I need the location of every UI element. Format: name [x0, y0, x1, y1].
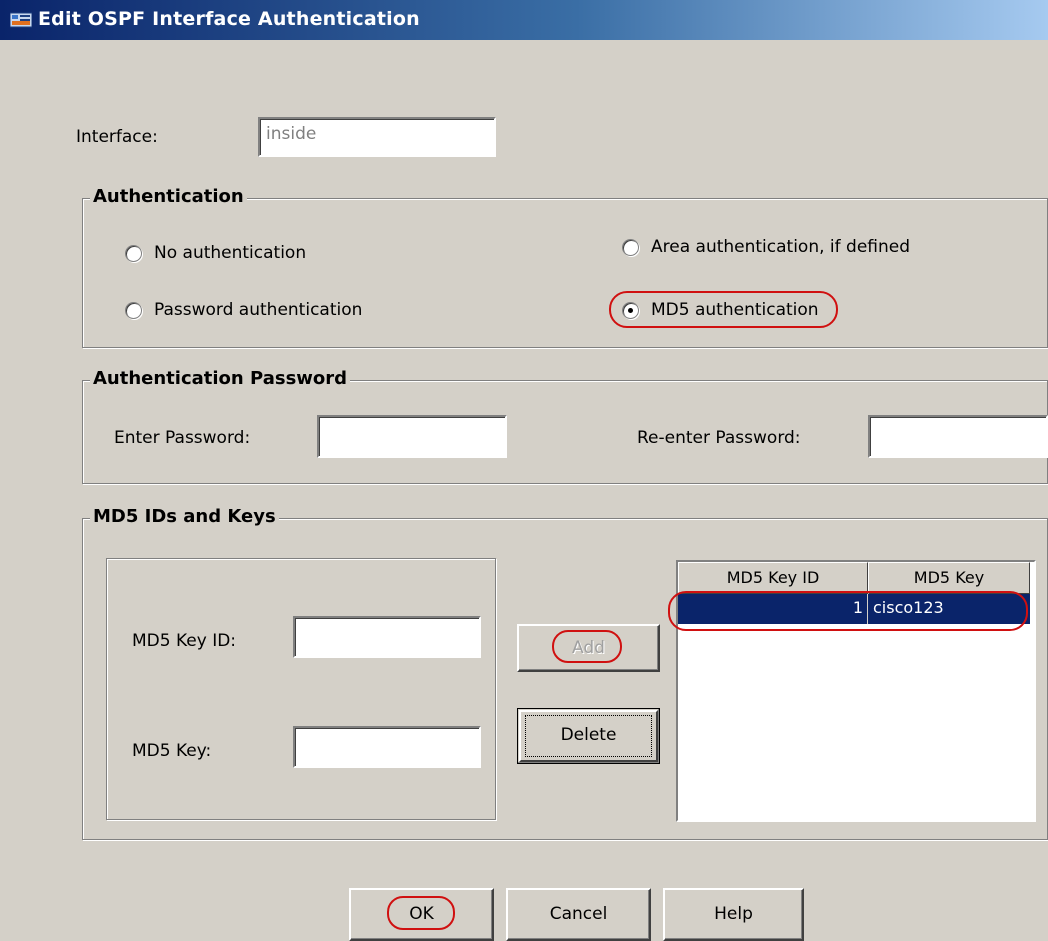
enter-password-label: Enter Password: [114, 428, 251, 448]
column-header-key-id[interactable]: MD5 Key ID [678, 562, 868, 594]
delete-button-label: Delete [560, 725, 617, 745]
enter-password-field[interactable] [317, 415, 507, 458]
ok-button-label: OK [409, 904, 434, 924]
md5-entry-panel [106, 558, 496, 820]
add-button-label: Add [572, 638, 605, 658]
interface-field: inside [258, 117, 496, 157]
authentication-group [82, 198, 1048, 348]
area-auth-radio[interactable] [622, 239, 639, 256]
no-auth-label[interactable]: No authentication [154, 243, 306, 263]
cancel-button-label: Cancel [549, 904, 608, 924]
md5-key-label: MD5 Key: [132, 741, 212, 761]
md5-keys-table[interactable]: MD5 Key ID MD5 Key 1 cisco123 [676, 560, 1036, 822]
md5-auth-label[interactable]: MD5 authentication [651, 300, 819, 320]
table-row[interactable]: 1 cisco123 [678, 594, 1030, 624]
row-key: cisco123 [873, 598, 944, 617]
area-auth-label[interactable]: Area authentication, if defined [651, 237, 910, 257]
add-button[interactable]: Add [517, 624, 660, 672]
reenter-password-label: Re-enter Password: [637, 428, 801, 448]
delete-button[interactable]: Delete [517, 708, 660, 764]
help-button-label: Help [714, 904, 753, 924]
password-auth-radio[interactable] [125, 302, 142, 319]
interface-label: Interface: [76, 127, 158, 147]
radio-selected-dot [628, 308, 633, 313]
column-header-key[interactable]: MD5 Key [868, 562, 1030, 594]
password-auth-label[interactable]: Password authentication [154, 300, 362, 320]
window-title: Edit OSPF Interface Authentication [38, 8, 420, 30]
reenter-password-field[interactable] [868, 415, 1048, 458]
auth-password-legend: Authentication Password [90, 368, 351, 389]
ok-button[interactable]: OK [349, 888, 494, 941]
cancel-button[interactable]: Cancel [506, 888, 651, 941]
md5-key-id-field[interactable] [293, 616, 481, 658]
md5-legend: MD5 IDs and Keys [90, 506, 279, 527]
app-icon [10, 12, 32, 28]
authentication-legend: Authentication [90, 186, 247, 207]
no-auth-radio[interactable] [125, 245, 142, 262]
row-key-id: 1 [678, 594, 868, 624]
md5-key-field[interactable] [293, 726, 481, 768]
md5-auth-radio[interactable] [622, 302, 639, 319]
md5-key-id-label: MD5 Key ID: [132, 631, 237, 651]
help-button[interactable]: Help [663, 888, 804, 941]
title-bar: Edit OSPF Interface Authentication [0, 0, 1048, 40]
